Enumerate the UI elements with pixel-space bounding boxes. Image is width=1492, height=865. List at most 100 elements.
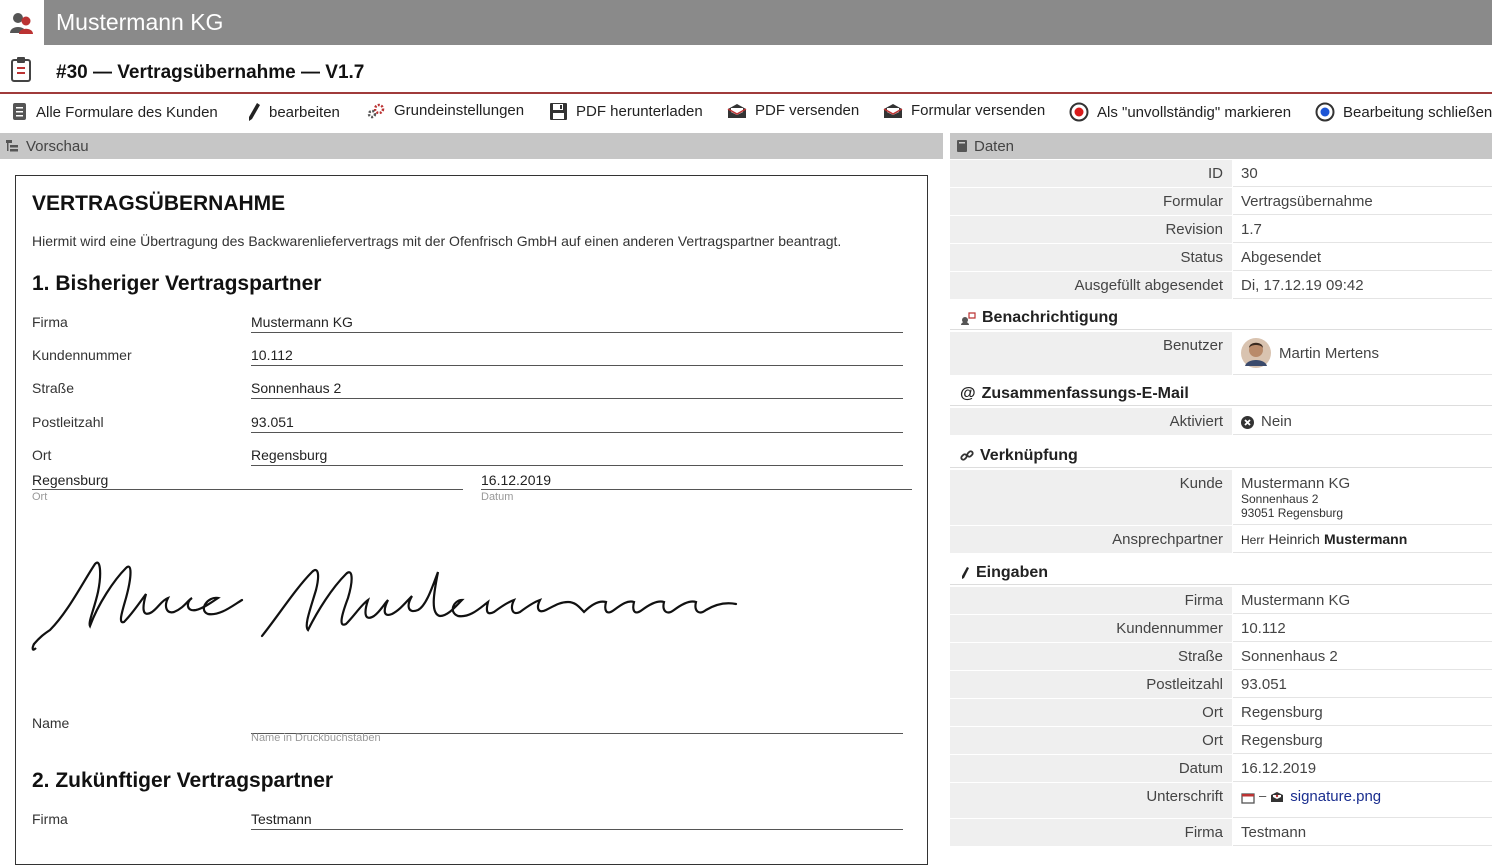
field-row: Firma Testmann: [32, 805, 903, 835]
customer-value[interactable]: Mustermann KG Sonnenhaus 2 93051 Regensb…: [1233, 470, 1492, 525]
data-value: Martin Mertens: [1233, 332, 1492, 375]
data-key: Formular: [950, 188, 1232, 215]
preview-header-label: Vorschau: [26, 137, 89, 155]
summary-email-status: Nein: [1261, 413, 1292, 430]
signature-file-link[interactable]: signature.png: [1290, 788, 1381, 805]
customer-icon[interactable]: [0, 0, 44, 45]
data-key: Status: [950, 244, 1232, 271]
link-icon: [960, 449, 974, 461]
data-header-label: Daten: [974, 137, 1015, 155]
send-pdf-label: PDF versenden: [755, 102, 860, 119]
sitemap-icon: [6, 140, 18, 152]
data-key: Aktiviert: [950, 408, 1232, 435]
close-edit-button[interactable]: Bearbeitung schließen: [1315, 102, 1492, 122]
form-intro: Hiermit wird eine Übertragung des Backwa…: [32, 233, 842, 249]
customer-name: Mustermann KG: [1241, 475, 1351, 492]
mark-incomplete-label: Als "unvollständig" markieren: [1097, 103, 1292, 121]
notification-header-label: Benachrichtigung: [982, 308, 1119, 326]
app-header: Mustermann KG: [0, 0, 1492, 45]
preview-header: Vorschau: [0, 133, 943, 159]
data-value: 1.7: [1233, 216, 1492, 243]
data-key: Postleitzahl: [950, 671, 1232, 698]
data-key: Datum: [950, 755, 1232, 782]
field-value: Testmann: [251, 811, 903, 830]
signature-image: [31, 561, 738, 651]
field-value: Regensburg: [251, 447, 903, 466]
pencil-icon: [962, 566, 969, 579]
notification-icon: [961, 311, 976, 325]
download-pdf-button[interactable]: PDF herunterladen: [549, 102, 703, 121]
data-row: Status Abgesendet: [950, 244, 1492, 272]
all-forms-label: Alle Formulare des Kunden: [36, 103, 218, 121]
data-key: Ansprechpartner: [950, 526, 1232, 553]
data-value: Sonnenhaus 2: [1233, 643, 1492, 670]
page-title: #30 — Vertragsübernahme — V1.7: [56, 62, 365, 83]
user-name[interactable]: Martin Mertens: [1279, 345, 1379, 362]
document-list-icon: [13, 103, 26, 120]
data-row: Benutzer Martin Mertens: [950, 332, 1492, 376]
data-row: Unterschrift – signature.png: [950, 783, 1492, 819]
section-2-heading: 2. Zukünftiger Vertragspartner: [32, 769, 334, 792]
avatar[interactable]: [1241, 338, 1271, 368]
field-row: Ort Regensburg: [32, 441, 903, 471]
form-heading: VERTRAGSÜBERNAHME: [32, 192, 286, 215]
data-row: Postleitzahl 93.051: [950, 671, 1492, 699]
data-value: Testmann: [1233, 819, 1492, 846]
summary-email-header: @ Zusammenfassungs-E-Mail: [950, 376, 1492, 406]
settings-label: Grundeinstellungen: [394, 102, 525, 119]
contact-salutation: Herr: [1241, 533, 1265, 547]
mark-incomplete-button[interactable]: Als "unvollständig" markieren: [1069, 102, 1291, 122]
send-form-label: Formular versenden: [911, 102, 1046, 119]
signature-separator: –: [1259, 788, 1267, 803]
field-label: Kundennummer: [32, 347, 132, 363]
data-key: Straße: [950, 643, 1232, 670]
data-row: ID 30: [950, 160, 1492, 188]
close-circle-icon: [1241, 416, 1254, 429]
floppy-disk-icon: [550, 103, 567, 120]
clipboard-icon: [10, 56, 34, 87]
section-1-heading: 1. Bisheriger Vertragspartner: [32, 272, 322, 295]
place-sublabel: Ort: [32, 491, 48, 503]
data-value: Nein: [1233, 408, 1492, 435]
contact-value[interactable]: Herr Heinrich Mustermann: [1233, 526, 1492, 553]
data-key: Benutzer: [950, 332, 1232, 375]
close-edit-label: Bearbeitung schließen: [1343, 103, 1492, 121]
summary-email-header-label: Zusammenfassungs-E-Mail: [981, 384, 1189, 402]
name-label: Name: [32, 715, 70, 731]
field-value: Sonnenhaus 2: [251, 380, 903, 399]
record-blue-icon: [1315, 102, 1335, 122]
book-icon: [957, 140, 967, 152]
send-form-button[interactable]: Formular versenden: [883, 102, 1045, 119]
company-name: Mustermann KG: [56, 9, 224, 35]
field-row: Straße Sonnenhaus 2: [32, 374, 903, 404]
send-pdf-button[interactable]: PDF versenden: [727, 102, 859, 119]
settings-button[interactable]: Grundeinstellungen: [366, 102, 524, 119]
envelope-icon[interactable]: [1270, 791, 1284, 803]
data-row: Aktiviert Nein: [950, 408, 1492, 436]
data-value: Regensburg: [1233, 727, 1492, 754]
field-label: Ort: [32, 447, 52, 463]
data-row: Datum 16.12.2019: [950, 755, 1492, 783]
field-label: Straße: [32, 380, 75, 396]
all-forms-button[interactable]: Alle Formulare des Kunden: [12, 102, 218, 122]
edit-button[interactable]: bearbeiten: [247, 102, 340, 122]
data-key: Ort: [950, 727, 1232, 754]
date-sublabel: Datum: [481, 491, 514, 503]
place-value: Regensburg: [32, 472, 463, 490]
field-row: Postleitzahl 93.051: [32, 408, 903, 438]
data-value: 30: [1233, 160, 1492, 187]
field-row: Firma Mustermann KG: [32, 308, 903, 338]
preview-icon[interactable]: [1241, 792, 1255, 804]
data-row: Ausgefüllt abgesendet Di, 17.12.19 09:42: [950, 272, 1492, 300]
data-panel: ID 30 Formular Vertragsübernahme Revisio…: [950, 160, 1492, 850]
data-row: Kundennummer 10.112: [950, 615, 1492, 643]
field-value: Mustermann KG: [251, 314, 903, 333]
data-row: Formular Vertragsübernahme: [950, 188, 1492, 216]
data-value: 93.051: [1233, 671, 1492, 698]
data-value: Di, 17.12.19 09:42: [1233, 272, 1492, 299]
inputs-header-label: Eingaben: [976, 563, 1049, 581]
record-red-icon: [1069, 102, 1089, 122]
data-value: Mustermann KG: [1233, 587, 1492, 614]
data-key: Kunde: [950, 470, 1232, 525]
contact-first-name: Heinrich: [1268, 531, 1320, 547]
